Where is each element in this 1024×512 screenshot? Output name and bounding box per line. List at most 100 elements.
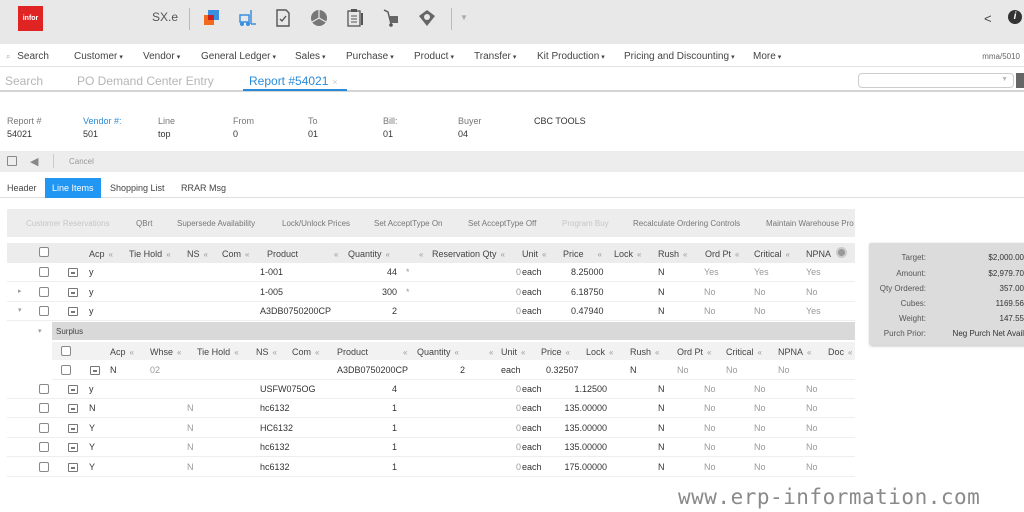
row-checkbox[interactable] (39, 267, 49, 277)
menu-search[interactable]: ⌕ Search (6, 51, 49, 62)
col-ns[interactable]: NS « (187, 249, 208, 259)
col-rush[interactable]: Rush « (630, 347, 659, 357)
table-row[interactable]: ▸ y 1-005 300 * 0 each 6.18750 N No No N… (7, 283, 855, 302)
action-set-accepttype-off[interactable]: Set AcceptType Off (468, 219, 536, 228)
table-row[interactable]: Y N hc6132 1 0 each 175.00000 N No No No (7, 458, 855, 477)
col-ns[interactable]: NS « (256, 347, 277, 357)
subtab-shopping-list[interactable]: Shopping List (103, 178, 172, 198)
col-com[interactable]: Com « (222, 249, 249, 259)
tab-select-dropdown[interactable]: ▼ (858, 73, 1014, 88)
col-critical[interactable]: Critical « (754, 249, 790, 259)
menu-kit-production[interactable]: Kit Production ▾ (537, 51, 605, 62)
col-reservation-qty[interactable]: Reservation Qty « (432, 249, 505, 259)
action-customer-reservations[interactable]: Customer Reservations (26, 219, 110, 228)
cancel-button[interactable]: Cancel (69, 157, 94, 166)
table-row[interactable]: Y N hc6132 1 0 each 135.00000 N No No No (7, 438, 855, 457)
action-supersede-availability[interactable]: Supersede Availability (177, 219, 255, 228)
row-checkbox[interactable] (39, 306, 49, 316)
action-maintain-warehouse[interactable]: Maintain Warehouse Pro (766, 219, 854, 228)
menu-pricing-discounting[interactable]: Pricing and Discounting ▾ (624, 51, 735, 62)
action-recalculate-ordering-controls[interactable]: Recalculate Ordering Controls (633, 219, 740, 228)
col-acp[interactable]: Acp « (89, 249, 113, 259)
col-lock[interactable]: Lock « (614, 249, 641, 259)
share-icon[interactable]: < (984, 11, 992, 26)
subtab-header[interactable]: Header (0, 178, 44, 198)
field-vendor[interactable]: Vendor #: 501 (83, 116, 122, 139)
handshake-icon[interactable] (416, 7, 438, 29)
row-detail-icon[interactable] (68, 463, 78, 472)
row-detail-icon[interactable] (68, 385, 78, 394)
menu-sales[interactable]: Sales ▾ (295, 51, 326, 62)
col-tie-hold[interactable]: Tie Hold « (197, 347, 239, 357)
menu-product[interactable]: Product ▾ (414, 51, 454, 62)
menu-purchase[interactable]: Purchase ▾ (346, 51, 394, 62)
surplus-row[interactable]: N 02 A3DB0750200CP 2 each 0.32507 N No N… (52, 361, 855, 380)
row-checkbox[interactable] (61, 365, 71, 375)
tab-menu-button[interactable] (1016, 73, 1024, 88)
action-program-buy[interactable]: Program Buy (562, 219, 609, 228)
row-checkbox[interactable] (39, 287, 49, 297)
close-icon[interactable]: × (332, 77, 337, 87)
col-quantity[interactable]: Quantity « (417, 347, 459, 357)
select-all-checkbox[interactable] (39, 247, 49, 257)
col-lock[interactable]: Lock « (586, 347, 613, 357)
tab-search[interactable]: Search (5, 74, 43, 88)
row-checkbox[interactable] (39, 384, 49, 394)
menu-vendor[interactable]: Vendor ▾ (143, 51, 180, 62)
col-unit[interactable]: Unit « (522, 249, 546, 259)
tab-report[interactable]: Report #54021 × (249, 74, 338, 88)
pie-chart-icon[interactable] (308, 7, 330, 29)
col-whse[interactable]: Whse « (150, 347, 181, 357)
gear-icon[interactable] (836, 247, 847, 258)
col-price[interactable]: Price « (541, 347, 570, 357)
table-row[interactable]: N N hc6132 1 0 each 135.00000 N No No No (7, 399, 855, 418)
table-row[interactable]: Y N HC6132 1 0 each 135.00000 N No No No (7, 419, 855, 438)
checklist-icon[interactable] (272, 7, 294, 29)
col-tie-hold[interactable]: Tie Hold « (129, 249, 171, 259)
menu-general-ledger[interactable]: General Ledger ▾ (201, 51, 276, 62)
row-detail-icon[interactable] (68, 424, 78, 433)
back-icon[interactable]: ◀ (30, 155, 38, 168)
col-product[interactable]: Product (267, 249, 298, 259)
infor-logo[interactable]: infor (18, 6, 43, 31)
row-checkbox[interactable] (39, 403, 49, 413)
collapse-icon[interactable]: ▾ (38, 327, 42, 335)
menu-customer[interactable]: Customer ▾ (74, 51, 123, 62)
row-checkbox[interactable] (39, 442, 49, 452)
tab-po-demand-center[interactable]: PO Demand Center Entry (77, 74, 214, 88)
col-npna[interactable]: NPNA « (778, 347, 811, 357)
col-com[interactable]: Com « (292, 347, 319, 357)
col-critical[interactable]: Critical « (726, 347, 762, 357)
row-checkbox[interactable] (39, 462, 49, 472)
subtab-rrar-msg[interactable]: RRAR Msg (174, 178, 233, 198)
expand-icon[interactable]: ▸ (18, 287, 22, 295)
col-npna[interactable]: NPNA (806, 249, 831, 259)
row-detail-icon[interactable] (68, 307, 78, 316)
menu-more[interactable]: More ▾ (753, 51, 781, 62)
row-detail-icon[interactable] (68, 404, 78, 413)
info-icon[interactable]: i (1008, 10, 1022, 24)
col-quantity[interactable]: Quantity « (348, 249, 390, 259)
col-product[interactable]: Product (337, 347, 368, 357)
col-flag-collapse[interactable]: « (485, 347, 493, 357)
row-detail-icon[interactable] (90, 366, 100, 375)
surplus-select-all-checkbox[interactable] (61, 346, 71, 356)
col-rush[interactable]: Rush « (658, 249, 687, 259)
row-checkbox[interactable] (39, 423, 49, 433)
table-row[interactable]: y USFW075OG 4 0 each 1.12500 N No No No (7, 380, 855, 399)
col-unit[interactable]: Unit « (501, 347, 525, 357)
menu-transfer[interactable]: Transfer ▾ (474, 51, 516, 62)
col-product-collapse[interactable]: « (330, 249, 338, 259)
row-detail-icon[interactable] (68, 443, 78, 452)
action-lock-unlock-prices[interactable]: Lock/Unlock Prices (282, 219, 350, 228)
collapse-icon[interactable]: ▾ (18, 306, 22, 314)
table-row[interactable]: y 1-001 44 * 0 each 8.25000 N Yes Yes Ye… (7, 263, 855, 282)
table-row[interactable]: ▾ y A3DB0750200CP 2 0 each 0.47940 N No … (7, 302, 855, 321)
forklift-icon[interactable] (236, 7, 258, 29)
chevron-down-icon[interactable]: ▼ (460, 13, 468, 22)
col-ord-pt[interactable]: Ord Pt « (677, 347, 711, 357)
col-doc[interactable]: Doc « (828, 347, 852, 357)
subtab-line-items[interactable]: Line Items (45, 178, 101, 198)
save-icon[interactable] (7, 156, 17, 166)
clipboard-icon[interactable] (344, 7, 366, 29)
